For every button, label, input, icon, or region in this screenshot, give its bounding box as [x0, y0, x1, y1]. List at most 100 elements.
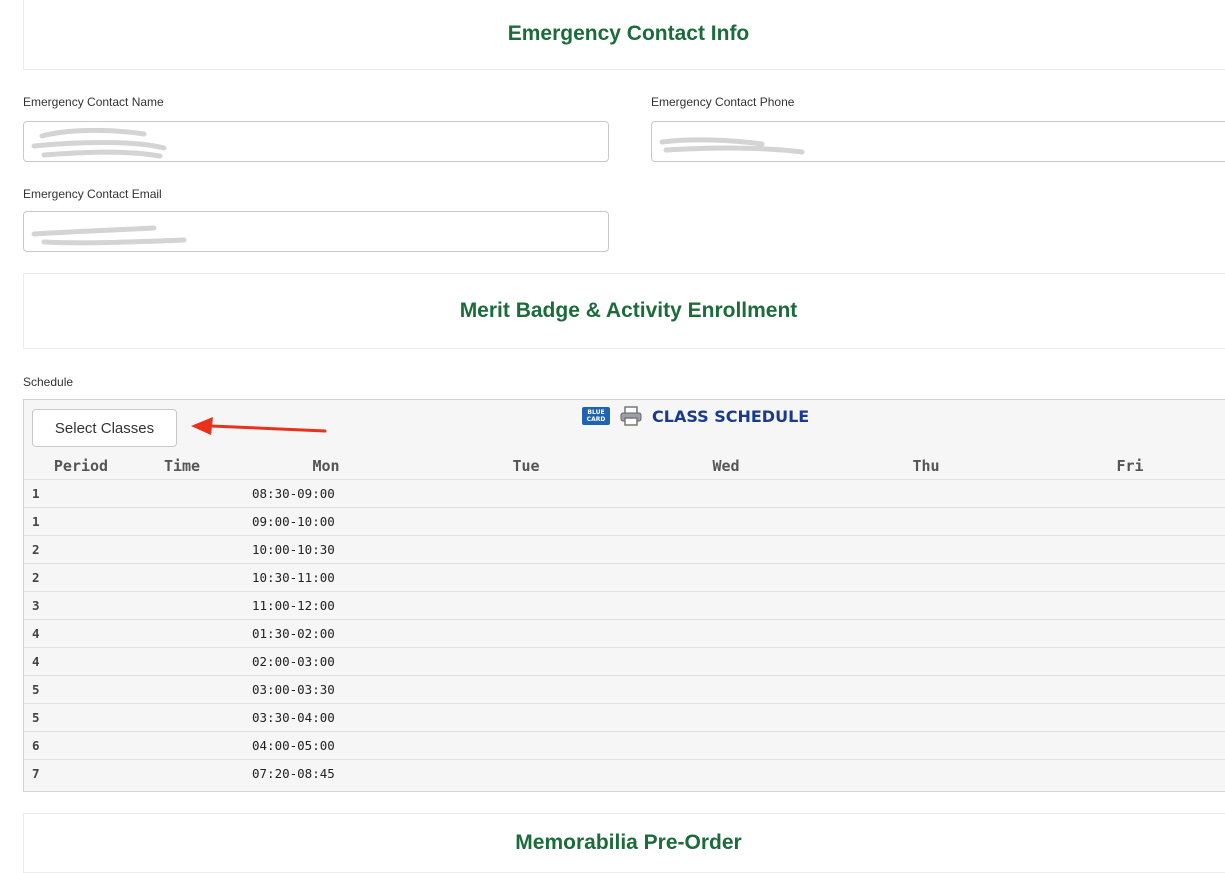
emergency-contact-name-label: Emergency Contact Name: [23, 95, 164, 109]
day-slot-cell[interactable]: [426, 759, 626, 787]
day-slot-cell[interactable]: [426, 563, 626, 592]
day-slot-cell[interactable]: [426, 507, 626, 536]
schedule-header-row: Period Time Mon Tue Wed Thu Fri: [24, 452, 1225, 480]
period-cell: 5: [24, 703, 138, 732]
day-slot-cell[interactable]: [626, 591, 826, 620]
table-row: 7 07:20-08:45: [24, 759, 1225, 787]
period-cell: 2: [24, 563, 138, 592]
day-slot-cell[interactable]: [1026, 591, 1225, 620]
day-slot-cell[interactable]: [1026, 619, 1225, 648]
day-slot-cell[interactable]: [626, 675, 826, 704]
day-slot-cell[interactable]: [426, 591, 626, 620]
emergency-contact-title: Emergency Contact Info: [507, 22, 750, 45]
enrollment-title: Merit Badge & Activity Enrollment: [459, 299, 798, 322]
day-slot-cell[interactable]: [1026, 647, 1225, 676]
day-slot-cell[interactable]: [426, 647, 626, 676]
day-slot-cell[interactable]: [1026, 759, 1225, 787]
day-slot-cell[interactable]: [626, 619, 826, 648]
class-schedule-panel: Select Classes BLUE CARD CLASS SCHEDULE …: [23, 399, 1225, 792]
day-slot-cell[interactable]: [426, 619, 626, 648]
emergency-contact-phone-label: Emergency Contact Phone: [651, 95, 795, 109]
column-header-wed: Wed: [712, 456, 740, 475]
day-slot-cell[interactable]: [826, 759, 1026, 787]
time-cell: 03:30-04:00: [138, 703, 426, 732]
time-cell: 01:30-02:00: [138, 619, 426, 648]
day-slot-cell[interactable]: [426, 675, 626, 704]
redacted-scribble: [31, 225, 187, 246]
schedule-table: Period Time Mon Tue Wed Thu Fri 1 08:30-09:00 1 0…: [24, 452, 1225, 787]
day-slot-cell[interactable]: [1026, 479, 1225, 508]
day-slot-cell[interactable]: [626, 507, 826, 536]
day-slot-cell[interactable]: [826, 591, 1026, 620]
day-slot-cell[interactable]: [826, 535, 1026, 564]
time-cell: 07:20-08:45: [138, 759, 426, 787]
day-slot-cell[interactable]: [826, 647, 1026, 676]
period-cell: 1: [24, 507, 138, 536]
emergency-contact-email-label: Emergency Contact Email: [23, 187, 162, 201]
column-header-fri: Fri: [1116, 456, 1144, 475]
emergency-contact-phone-input[interactable]: [651, 121, 1225, 162]
class-schedule-title[interactable]: CLASS SCHEDULE: [652, 407, 809, 426]
time-cell: 10:30-11:00: [138, 563, 426, 592]
column-header-period: Period: [53, 456, 109, 475]
period-cell: 4: [24, 619, 138, 648]
red-arrow-annotation: [191, 417, 327, 435]
emergency-contact-header: Emergency Contact Info: [23, 0, 1225, 70]
schedule-label: Schedule: [23, 375, 74, 389]
period-cell: 7: [24, 759, 138, 787]
table-row: 5 03:30-04:00: [24, 703, 1225, 732]
day-slot-cell[interactable]: [626, 563, 826, 592]
select-classes-button[interactable]: Select Classes: [32, 409, 177, 447]
day-slot-cell[interactable]: [826, 703, 1026, 732]
day-slot-cell[interactable]: [426, 703, 626, 732]
redacted-scribble: [659, 137, 805, 155]
period-cell: 2: [24, 535, 138, 564]
day-slot-cell[interactable]: [1026, 507, 1225, 536]
day-slot-cell[interactable]: [1026, 731, 1225, 760]
day-slot-cell[interactable]: [826, 479, 1026, 508]
class-schedule-title-group: BLUE CARD CLASS SCHEDULE: [582, 406, 809, 426]
printer-icon[interactable]: [620, 406, 642, 426]
day-slot-cell[interactable]: [826, 731, 1026, 760]
table-row: 3 11:00-12:00: [24, 591, 1225, 620]
day-slot-cell[interactable]: [626, 731, 826, 760]
table-row: 2 10:00-10:30: [24, 535, 1225, 564]
day-slot-cell[interactable]: [426, 535, 626, 564]
day-slot-cell[interactable]: [826, 619, 1026, 648]
day-slot-cell[interactable]: [1026, 703, 1225, 732]
period-cell: 5: [24, 675, 138, 704]
time-cell: 03:00-03:30: [138, 675, 426, 704]
time-cell: 04:00-05:00: [138, 731, 426, 760]
day-slot-cell[interactable]: [426, 731, 626, 760]
column-header-mon: Mon: [312, 456, 340, 475]
day-slot-cell[interactable]: [626, 703, 826, 732]
day-slot-cell[interactable]: [626, 479, 826, 508]
column-header-tue: Tue: [512, 456, 540, 475]
day-slot-cell[interactable]: [1026, 675, 1225, 704]
memorabilia-header: Memorabilia Pre-Order: [23, 813, 1225, 873]
emergency-contact-email-input[interactable]: [23, 211, 609, 252]
day-slot-cell[interactable]: [826, 675, 1026, 704]
table-row: 6 04:00-05:00: [24, 731, 1225, 760]
day-slot-cell[interactable]: [1026, 535, 1225, 564]
table-row: 4 01:30-02:00: [24, 619, 1225, 648]
day-slot-cell[interactable]: [426, 479, 626, 508]
day-slot-cell[interactable]: [826, 507, 1026, 536]
table-row: 4 02:00-03:00: [24, 647, 1225, 676]
table-row: 2 10:30-11:00: [24, 563, 1225, 592]
period-cell: 4: [24, 647, 138, 676]
column-header-thu: Thu: [912, 456, 940, 475]
emergency-contact-name-input[interactable]: [23, 121, 609, 162]
table-row: 5 03:00-03:30: [24, 675, 1225, 704]
period-cell: 3: [24, 591, 138, 620]
day-slot-cell[interactable]: [826, 563, 1026, 592]
day-slot-cell[interactable]: [626, 759, 826, 787]
time-cell: 08:30-09:00: [138, 479, 426, 508]
bluecard-icon[interactable]: BLUE CARD: [582, 407, 610, 425]
time-cell: 11:00-12:00: [138, 591, 426, 620]
column-header-time: Time: [163, 456, 201, 475]
time-cell: 02:00-03:00: [138, 647, 426, 676]
day-slot-cell[interactable]: [626, 647, 826, 676]
day-slot-cell[interactable]: [626, 535, 826, 564]
day-slot-cell[interactable]: [1026, 563, 1225, 592]
